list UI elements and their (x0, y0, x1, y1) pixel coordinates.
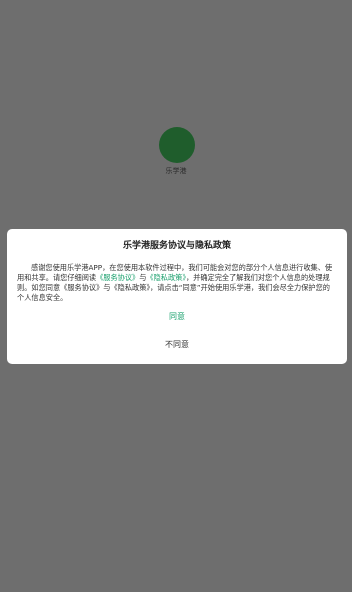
privacy-policy-link[interactable]: 《隐私政策》 (146, 273, 186, 282)
agree-button[interactable]: 同意 (7, 311, 347, 323)
app-name: 乐学港 (165, 167, 187, 175)
disagree-button[interactable]: 不同意 (7, 339, 347, 351)
privacy-dialog: 乐学港服务协议与隐私政策 感谢您使用乐学港APP，在您使用本软件过程中，我们可能… (7, 229, 347, 364)
service-agreement-link[interactable]: 《服务协议》 (96, 273, 139, 282)
app-logo (159, 127, 195, 163)
privacy-policy-ref: 《隐私政策》 (110, 283, 151, 292)
service-agreement-ref: 《服务协议》 (60, 283, 104, 292)
dialog-body: 感谢您使用乐学港APP，在您使用本软件过程中，我们可能会对您的部分个人信息进行收… (17, 263, 337, 303)
dialog-title: 乐学港服务协议与隐私政策 (122, 241, 231, 251)
